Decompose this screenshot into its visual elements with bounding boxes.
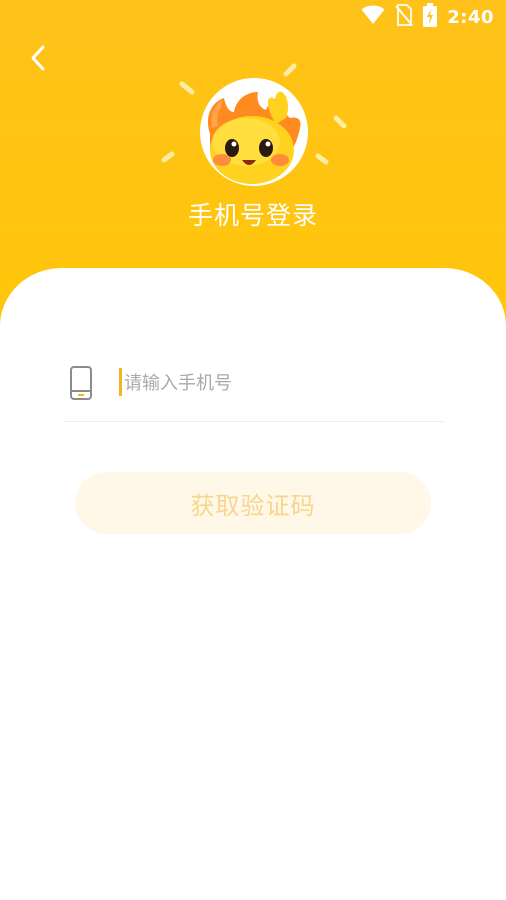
- status-icons: 2:40: [361, 3, 494, 31]
- phone-number-input[interactable]: [124, 363, 434, 403]
- text-cursor: [119, 368, 122, 396]
- page-title: 手机号登录: [187, 201, 318, 230]
- back-button[interactable]: [20, 40, 56, 80]
- status-time: 2:40: [447, 6, 494, 28]
- phone-icon: [68, 365, 94, 401]
- chevron-left-icon: [29, 44, 47, 76]
- sun-mascot-icon: [150, 56, 360, 196]
- wifi-icon: [361, 5, 385, 29]
- battery-charging-icon: [423, 3, 438, 31]
- get-verification-code-button[interactable]: 获取验证码: [75, 472, 431, 534]
- phone-field-row[interactable]: [64, 355, 444, 422]
- no-sim-icon: [395, 4, 413, 30]
- status-bar: 2:40: [0, 0, 506, 34]
